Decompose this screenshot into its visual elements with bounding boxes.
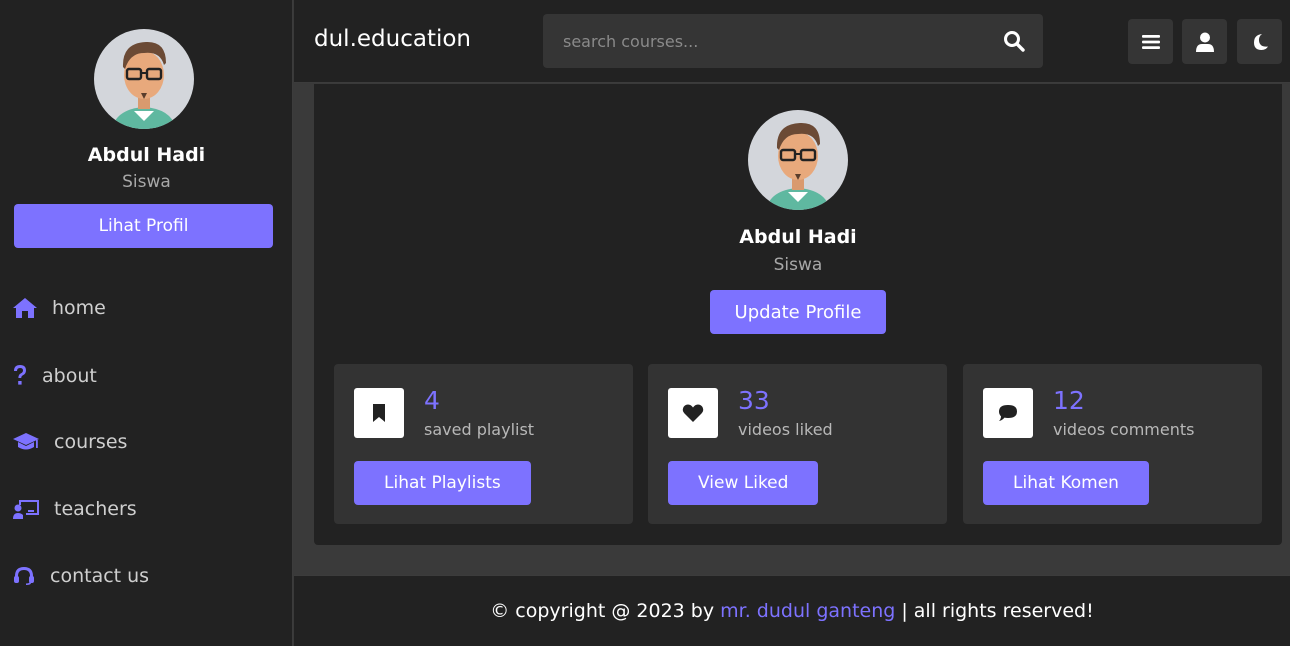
sidebar-user-role: Siswa bbox=[122, 172, 171, 192]
sidebar-user-name: Abdul Hadi bbox=[87, 144, 206, 166]
stat-count: 33 bbox=[738, 386, 770, 415]
sidebar-item-label: courses bbox=[54, 431, 128, 453]
sidebar-item-label: about bbox=[42, 365, 97, 387]
stat-icon-box bbox=[668, 388, 718, 438]
footer-copyright-suffix: | all rights reserved! bbox=[895, 600, 1094, 622]
graduation-cap-icon bbox=[13, 433, 39, 450]
sidebar-item-about[interactable]: about bbox=[12, 364, 97, 388]
question-icon bbox=[14, 365, 26, 385]
bookmark-icon bbox=[373, 404, 385, 422]
heart-icon bbox=[682, 404, 704, 422]
menu-button[interactable] bbox=[1128, 19, 1173, 64]
sidebar-item-label: teachers bbox=[54, 498, 137, 520]
profile-role: Siswa bbox=[773, 255, 823, 275]
site-logo[interactable]: dul.education bbox=[314, 26, 471, 52]
moon-icon bbox=[1253, 33, 1268, 50]
profile-panel: Abdul Hadi Siswa Update Profile 4 saved … bbox=[314, 84, 1282, 545]
stat-label: videos comments bbox=[1053, 420, 1195, 439]
sidebar-item-courses[interactable]: courses bbox=[12, 431, 127, 453]
sidebar-item-contact[interactable]: contact us bbox=[12, 565, 149, 587]
sidebar-item-label: contact us bbox=[50, 565, 150, 587]
sidebar-item-home[interactable]: home bbox=[12, 297, 106, 319]
user-avatar-image bbox=[748, 110, 848, 210]
menu-icon bbox=[1141, 34, 1160, 49]
stat-count: 12 bbox=[1053, 386, 1085, 415]
stat-icon-box bbox=[983, 388, 1033, 438]
footer-copyright-prefix: © copyright @ 2023 by bbox=[490, 600, 721, 622]
footer: © copyright @ 2023 by mr. dudul ganteng … bbox=[294, 575, 1290, 646]
headset-icon bbox=[14, 567, 34, 585]
view-profile-button[interactable]: Lihat Profil bbox=[14, 204, 273, 248]
profile-name: Abdul Hadi bbox=[739, 226, 857, 248]
search-icon[interactable] bbox=[1003, 30, 1025, 52]
comment-icon bbox=[999, 405, 1017, 421]
search-bar bbox=[543, 14, 1043, 68]
avatar bbox=[748, 110, 848, 210]
stat-card-comments: 12 videos comments Lihat Komen bbox=[963, 364, 1262, 524]
search-input[interactable] bbox=[543, 14, 983, 68]
user-icon bbox=[1195, 32, 1214, 52]
view-liked-button[interactable]: View Liked bbox=[668, 461, 819, 505]
user-avatar-image bbox=[94, 29, 194, 129]
stat-label: saved playlist bbox=[424, 420, 535, 439]
sidebar-item-teachers[interactable]: teachers bbox=[12, 498, 137, 520]
home-icon bbox=[13, 298, 37, 318]
avatar bbox=[94, 29, 194, 129]
sidebar: Abdul Hadi Siswa Lihat Profil home about… bbox=[0, 0, 293, 646]
update-profile-button[interactable]: Update Profile bbox=[710, 290, 886, 334]
view-playlists-button[interactable]: Lihat Playlists bbox=[354, 461, 531, 505]
sidebar-item-label: home bbox=[52, 297, 106, 319]
stat-card-liked: 33 videos liked View Liked bbox=[648, 364, 947, 524]
stat-label: videos liked bbox=[738, 420, 833, 439]
stat-count: 4 bbox=[424, 386, 440, 415]
top-header: dul.education bbox=[294, 0, 1290, 83]
theme-toggle-button[interactable] bbox=[1237, 19, 1282, 64]
footer-author-link[interactable]: mr. dudul ganteng bbox=[720, 600, 895, 622]
stat-card-playlists: 4 saved playlist Lihat Playlists bbox=[334, 364, 633, 524]
view-comments-button[interactable]: Lihat Komen bbox=[983, 461, 1149, 505]
chalkboard-teacher-icon bbox=[13, 500, 39, 519]
stat-icon-box bbox=[354, 388, 404, 438]
user-button[interactable] bbox=[1182, 19, 1227, 64]
